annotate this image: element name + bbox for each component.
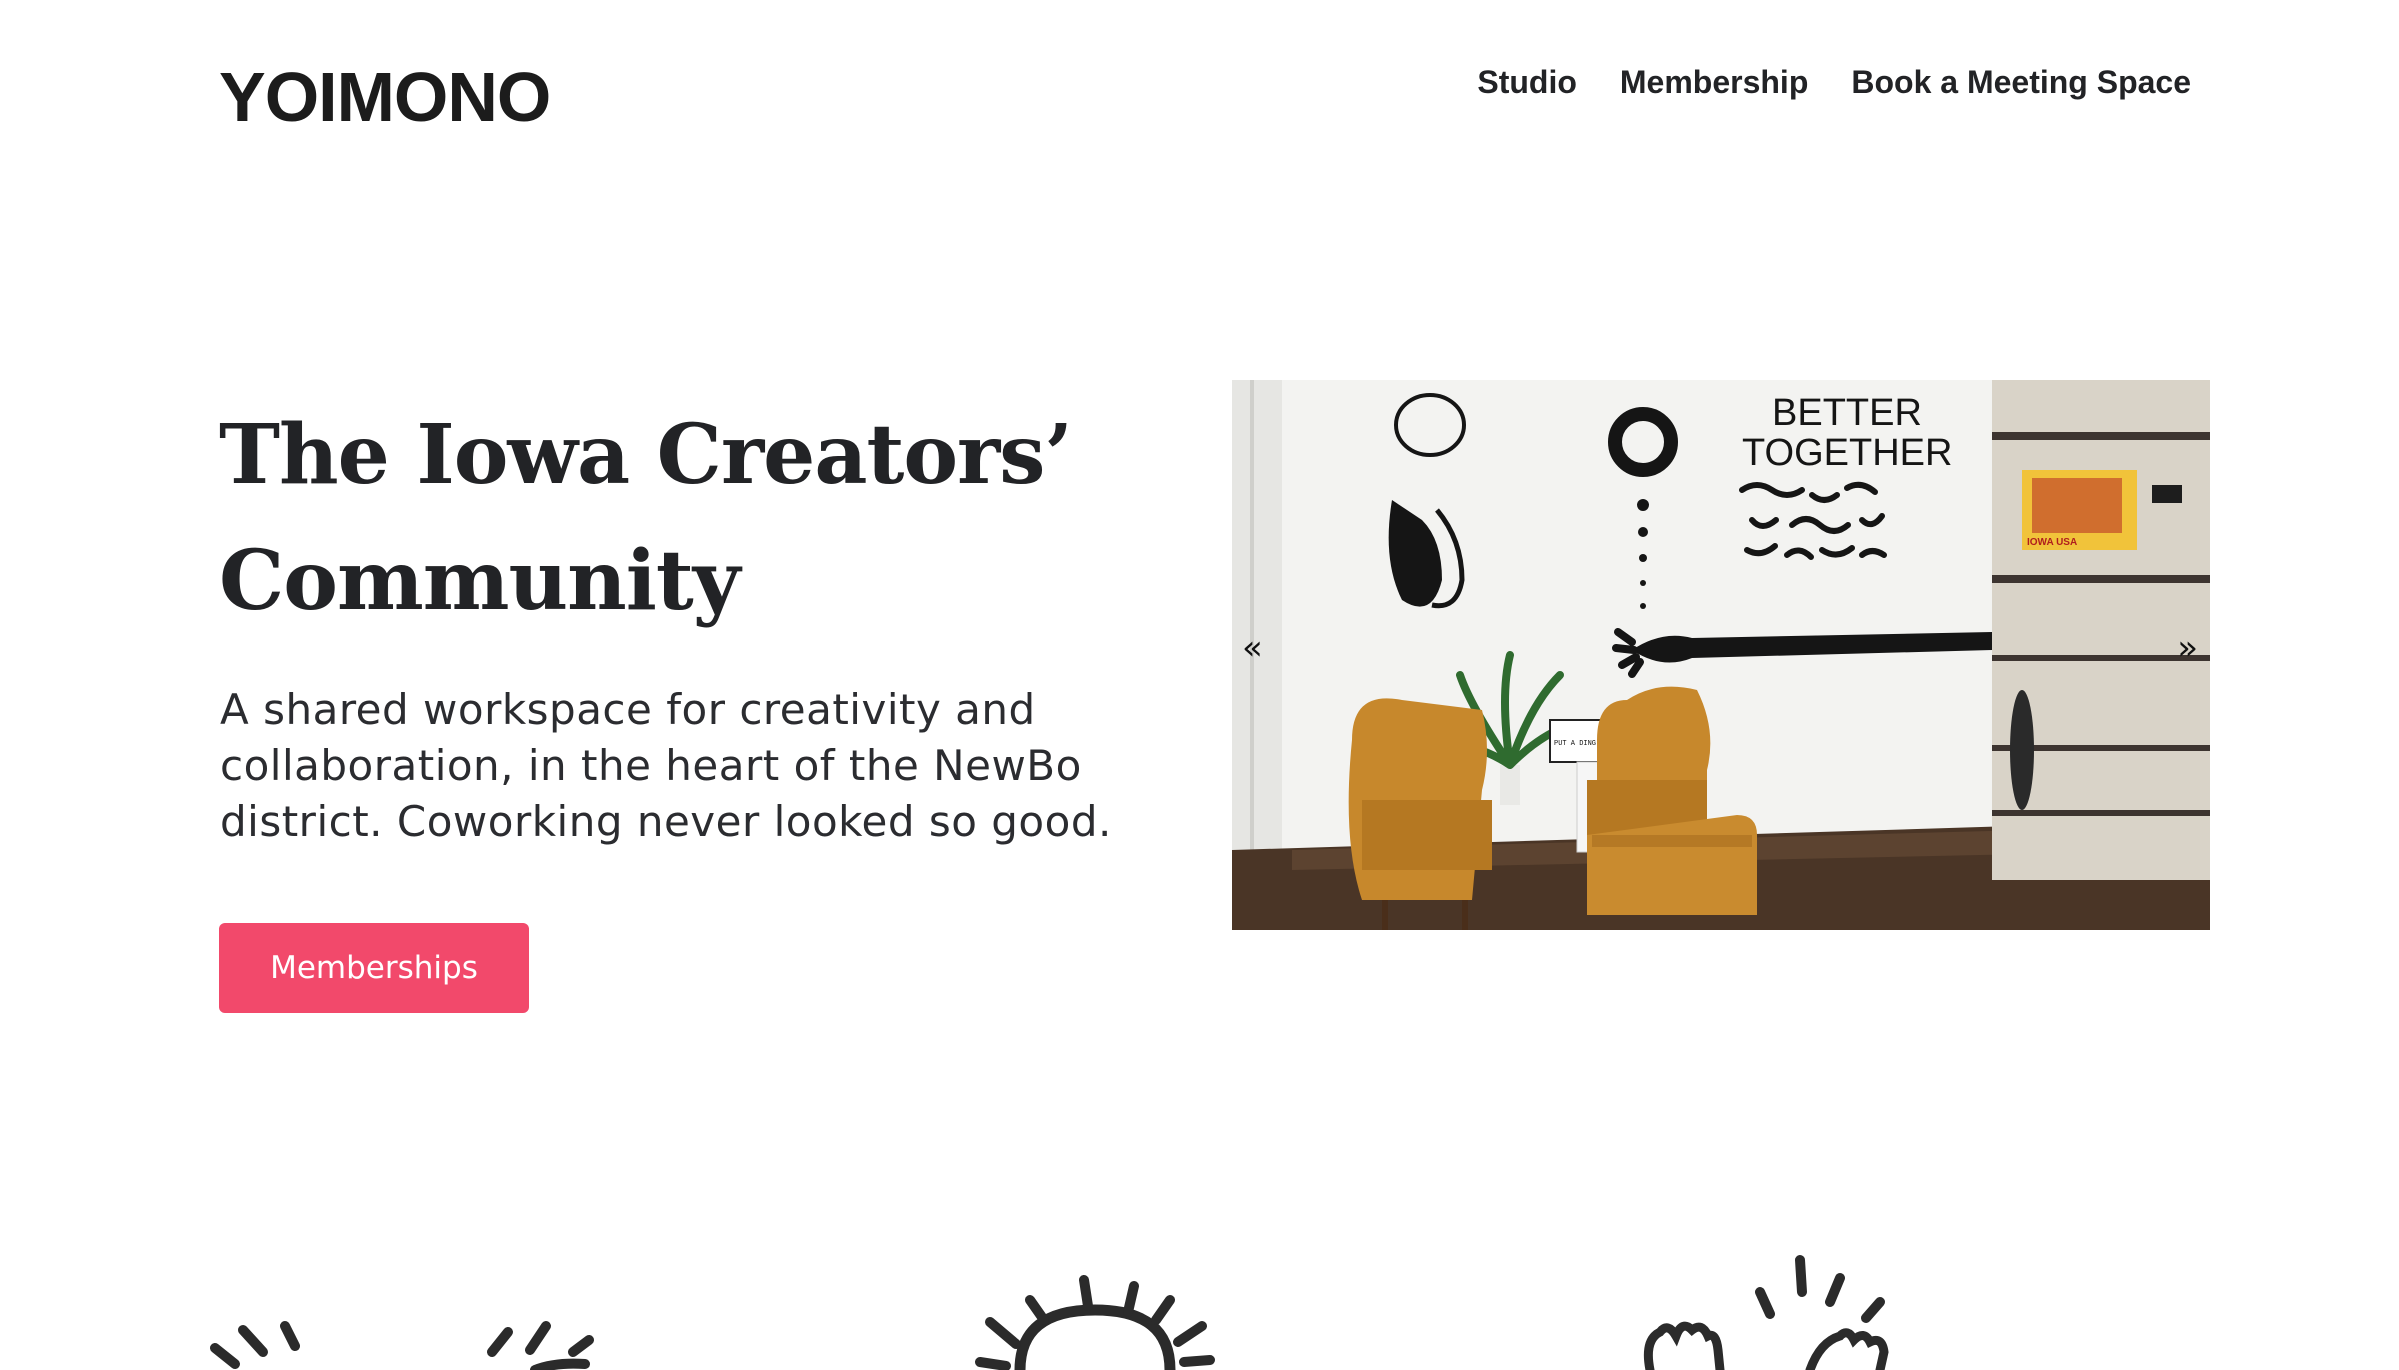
yoimono-logo[interactable]: YOIMONO xyxy=(219,58,559,128)
clapping-hands-icon xyxy=(210,1321,594,1370)
nav-studio[interactable]: Studio xyxy=(1477,62,1577,102)
carousel-prev-arrow[interactable]: « xyxy=(1242,628,1263,668)
sun-icon xyxy=(975,1275,1215,1370)
raised-hands-icon xyxy=(1643,1255,1889,1370)
coworking-lounge-photo: IOWA USA BETTER TOGETHER PUT A DING xyxy=(1232,380,2210,930)
poster-text: IOWA USA xyxy=(2027,537,2077,548)
wall-text-together: TOGETHER xyxy=(1742,432,1952,474)
page: YOIMONO Studio Membership Book a Meeting… xyxy=(0,0,2399,1370)
wall-text-better: BETTER xyxy=(1772,392,1922,434)
carousel-next-arrow[interactable]: » xyxy=(2177,628,2198,668)
logo-text: YOIMONO xyxy=(219,58,550,128)
hero-subtitle: A shared workspace for creativity and co… xyxy=(220,685,1112,846)
memberships-button[interactable]: Memberships xyxy=(219,923,529,1013)
nav-book-meeting-space[interactable]: Book a Meeting Space xyxy=(1851,62,2191,102)
image-carousel[interactable]: IOWA USA BETTER TOGETHER PUT A DING « » xyxy=(1232,380,2210,930)
main-nav: Studio Membership Book a Meeting Space xyxy=(1477,62,2191,102)
hero-title: The Iowa Creators’ Community xyxy=(219,407,1073,629)
nav-membership[interactable]: Membership xyxy=(1620,62,1808,102)
